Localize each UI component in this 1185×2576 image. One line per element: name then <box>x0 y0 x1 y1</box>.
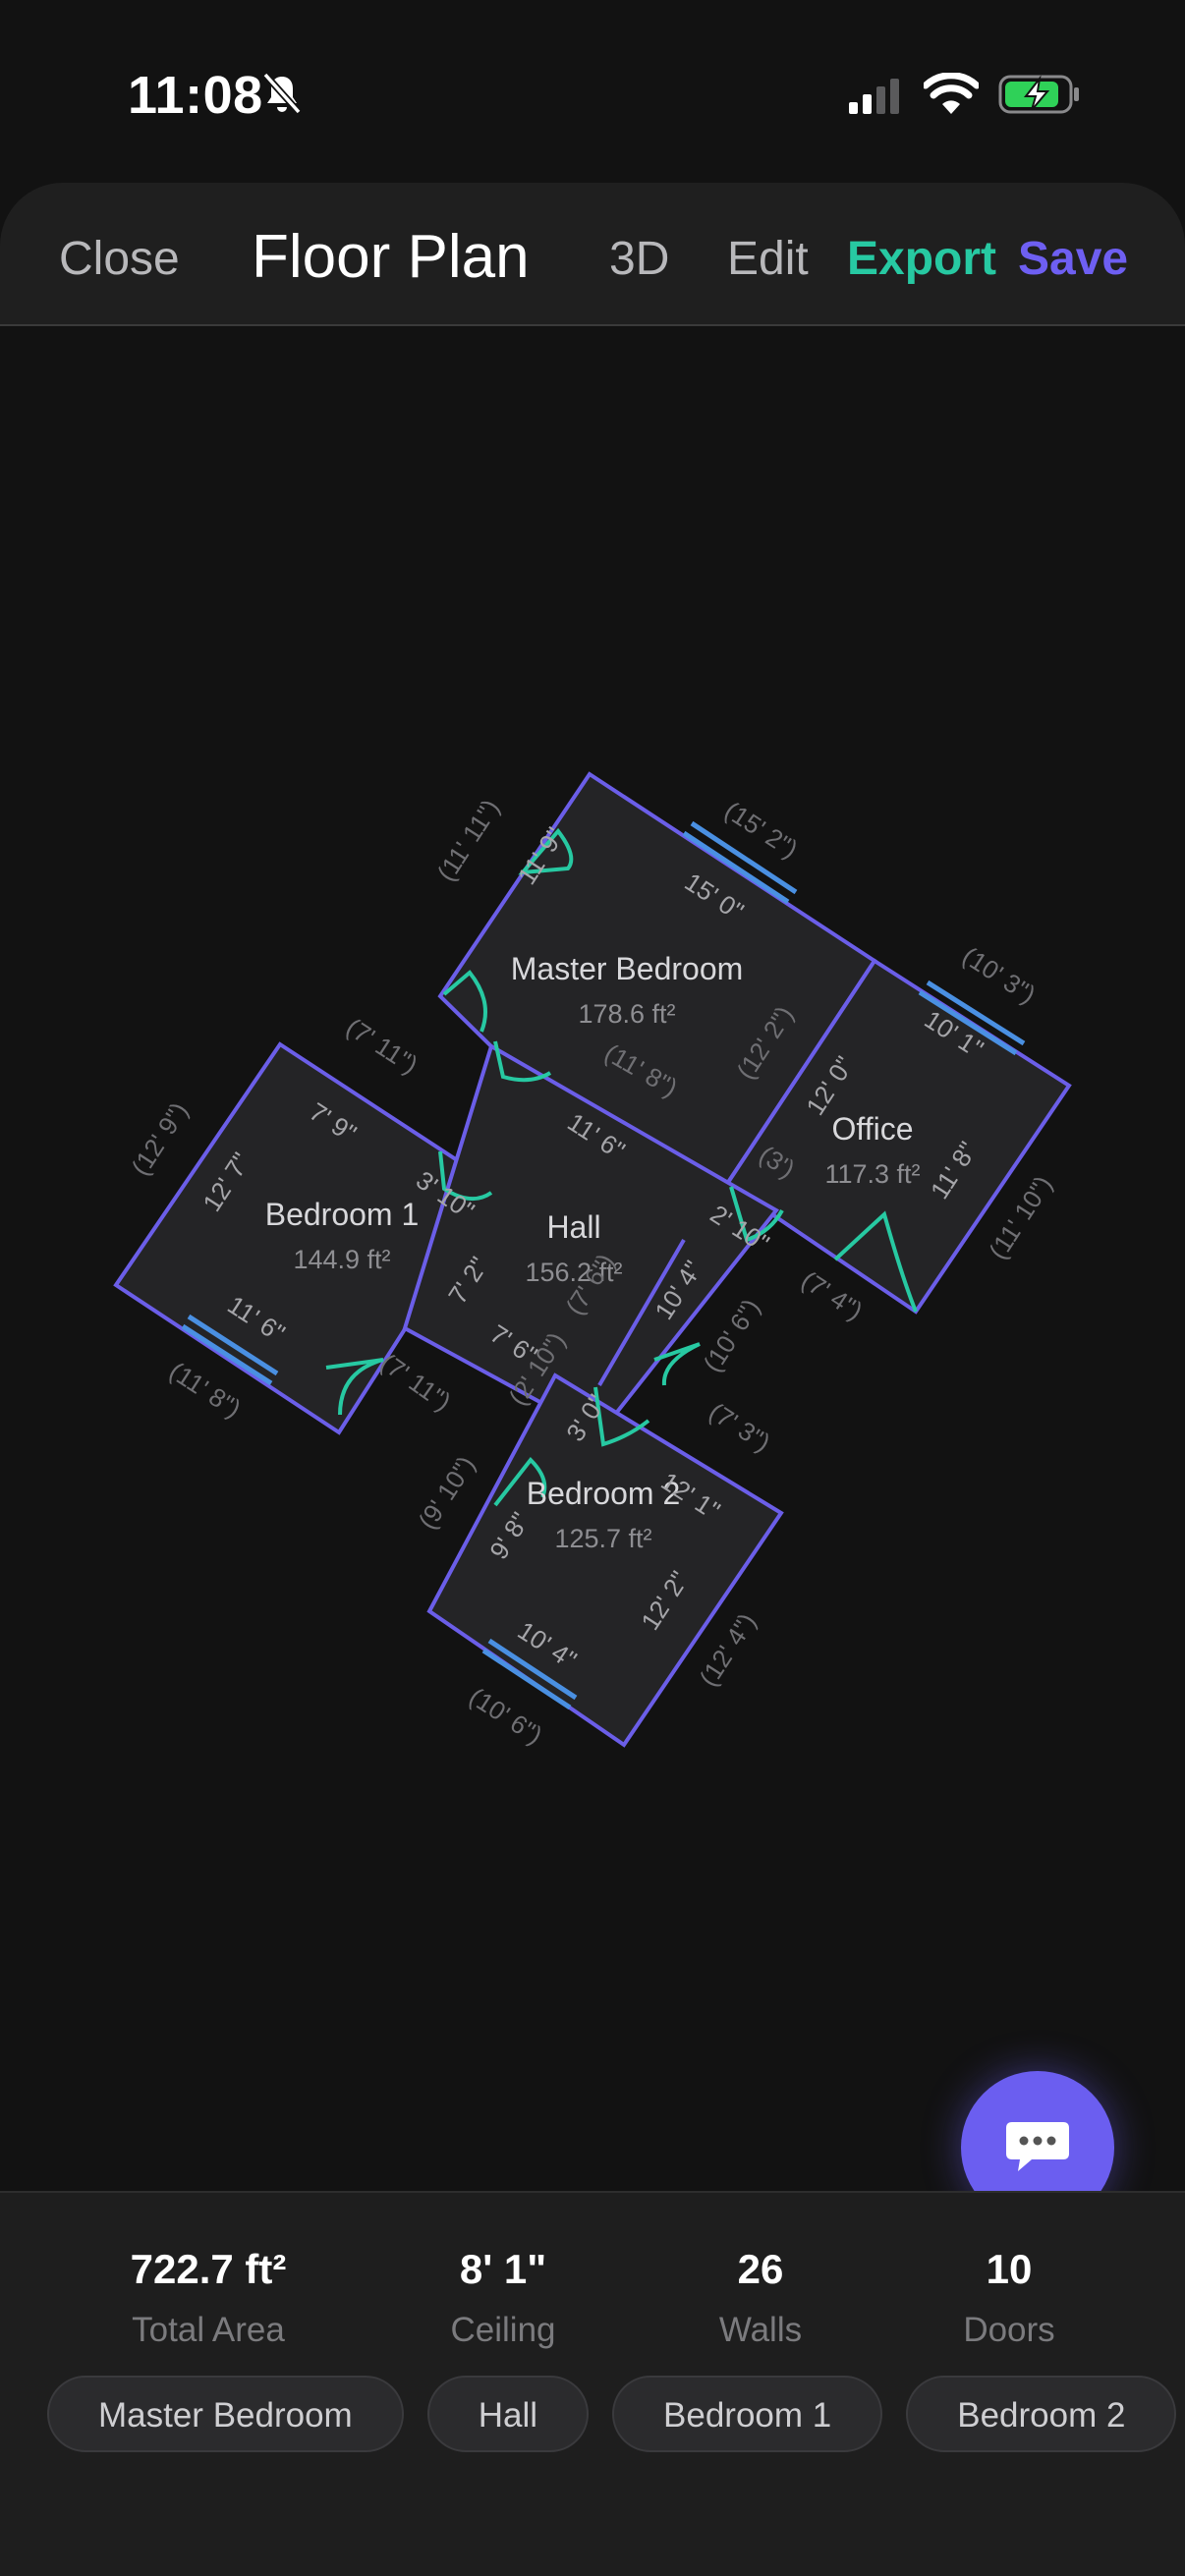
room-chip-hall[interactable]: Hall <box>426 2376 590 2452</box>
chat-bubble-icon <box>1006 2122 1069 2171</box>
status-bar: 11:08 <box>0 0 1185 187</box>
stat-value: 10 <box>986 2246 1033 2292</box>
battery-charging-icon <box>998 75 1079 114</box>
floor-plan-canvas[interactable]: Master Bedroom 178.6 ft² Office 117.3 ft… <box>0 328 1185 2191</box>
view-3d-button[interactable]: 3D <box>609 232 669 286</box>
close-button[interactable]: Close <box>59 232 180 286</box>
room-name: Bedroom 1 <box>265 1197 420 1232</box>
edit-button[interactable]: Edit <box>727 232 809 286</box>
room-chip-bedroom-2[interactable]: Bedroom 2 <box>906 2376 1177 2452</box>
room-name: Hall <box>546 1209 600 1245</box>
room-area: 117.3 ft² <box>824 1159 920 1189</box>
stat-value: 8' 1" <box>459 2246 547 2292</box>
room-name: Bedroom 2 <box>527 1476 681 1511</box>
room-name: Office <box>832 1111 914 1147</box>
summary-panel: 722.7 ft² Total Area 8' 1" Ceiling 26 Wa… <box>0 2191 1185 2576</box>
navigation-bar: Close Floor Plan 3D Edit Export Save <box>0 183 1185 326</box>
room-chip-bedroom-1[interactable]: Bedroom 1 <box>612 2376 883 2452</box>
status-time: 11:08 <box>128 66 263 125</box>
room-area: 178.6 ft² <box>578 999 675 1029</box>
dimension-label: (10' 6") <box>464 1682 547 1751</box>
page-title: Floor Plan <box>252 223 530 291</box>
stat-walls: 26 Walls <box>643 2246 878 2350</box>
stat-label: Doors <box>963 2311 1055 2349</box>
dimension-label: (9' 10") <box>413 1450 481 1534</box>
room-chip-list[interactable]: Master Bedroom Hall Bedroom 1 Bedroom 2 <box>47 2376 1185 2456</box>
stat-label: Walls <box>718 2311 803 2349</box>
stat-total-area: 722.7 ft² Total Area <box>90 2246 326 2350</box>
stat-doors: 10 Doors <box>891 2246 1127 2350</box>
wifi-icon <box>924 73 979 114</box>
room-chip-master-bedroom[interactable]: Master Bedroom <box>47 2376 404 2452</box>
room-area: 144.9 ft² <box>293 1245 390 1274</box>
dimension-label: (15' 2") <box>719 796 803 865</box>
save-button[interactable]: Save <box>1018 232 1128 286</box>
silent-bell-icon <box>262 72 302 115</box>
dimension-label: (10' 3") <box>957 941 1041 1010</box>
dimension-label: (7' 3") <box>704 1396 775 1457</box>
stat-ceiling: 8' 1" Ceiling <box>385 2246 621 2350</box>
stat-value: 722.7 ft² <box>130 2246 287 2292</box>
room-area: 125.7 ft² <box>554 1524 651 1553</box>
stat-value: 26 <box>737 2246 784 2292</box>
dimension-label: (11' 8") <box>164 1356 247 1424</box>
dimension-label: (10' 6") <box>698 1293 766 1376</box>
export-button[interactable]: Export <box>847 232 996 286</box>
dimension-label: (11' 11") <box>431 794 506 886</box>
dimension-label: (7' 11") <box>341 1012 423 1080</box>
cellular-signal-icon <box>849 79 899 114</box>
stat-label: Ceiling <box>450 2311 556 2349</box>
dimension-label: (12' 9") <box>126 1096 195 1180</box>
room-name: Master Bedroom <box>511 951 744 986</box>
stat-label: Total Area <box>132 2311 285 2349</box>
dimension-label: (7' 11") <box>375 1347 457 1417</box>
